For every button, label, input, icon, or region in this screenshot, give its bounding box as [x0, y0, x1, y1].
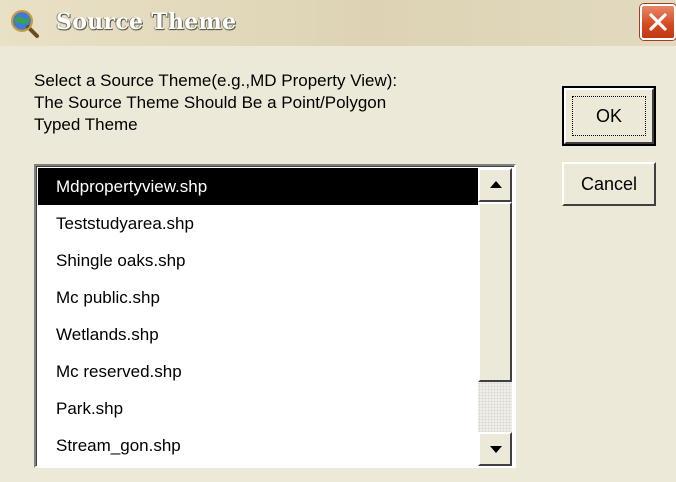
- list-item[interactable]: Stream_gon.shp: [38, 427, 478, 464]
- ok-button-label: OK: [572, 96, 646, 136]
- list-item[interactable]: Mc reserved.shp: [38, 353, 478, 390]
- arrow-down-icon: [490, 446, 502, 453]
- globe-magnifier-icon: [10, 9, 40, 39]
- arrow-up-icon: [490, 181, 502, 188]
- prompt-text: Select a Source Theme(e.g.,MD Property V…: [34, 71, 398, 134]
- list-item[interactable]: Mc public.shp: [38, 279, 478, 316]
- close-icon: [649, 13, 667, 31]
- theme-listbox[interactable]: Mdpropertyview.shp Teststudyarea.shp Shi…: [34, 164, 516, 468]
- ok-button[interactable]: OK: [564, 88, 654, 144]
- close-button[interactable]: [640, 4, 676, 40]
- scroll-down-button[interactable]: [478, 432, 512, 466]
- list-item[interactable]: Wetlands.shp: [38, 316, 478, 353]
- list-item[interactable]: Teststudyarea.shp: [38, 205, 478, 242]
- theme-list: Mdpropertyview.shp Teststudyarea.shp Shi…: [38, 168, 478, 464]
- scroll-up-button[interactable]: [478, 168, 512, 202]
- scroll-thumb[interactable]: [478, 202, 512, 382]
- window-title: Source Theme: [56, 9, 237, 35]
- list-item[interactable]: Park.shp: [38, 390, 478, 427]
- vertical-scrollbar[interactable]: [478, 168, 512, 466]
- list-item[interactable]: Shingle oaks.shp: [38, 242, 478, 279]
- list-item[interactable]: Mdpropertyview.shp: [38, 168, 478, 205]
- cancel-button[interactable]: Cancel: [562, 162, 656, 206]
- title-bar[interactable]: Source Theme: [0, 0, 676, 46]
